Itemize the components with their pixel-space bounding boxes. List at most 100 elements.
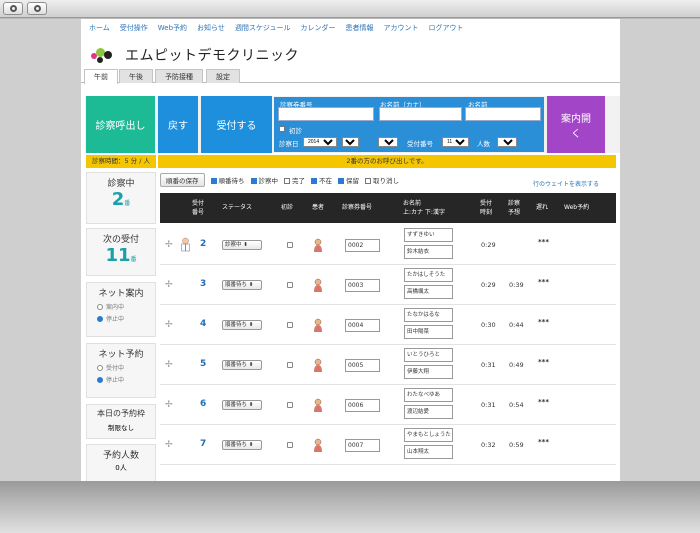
accept-number: 4: [200, 319, 207, 329]
ticket-field[interactable]: 0005: [345, 359, 380, 372]
kanji-field[interactable]: 伊藤大翔: [404, 365, 453, 379]
th-name: お名前 上:カナ 下:漢字: [403, 200, 445, 216]
kana-field[interactable]: すずきゆい: [404, 228, 453, 242]
nav-calendar[interactable]: カレンダー: [300, 23, 335, 37]
nav-logout[interactable]: ログアウト: [428, 23, 463, 37]
accept-number: 5: [200, 359, 207, 369]
net-reserve-box: ネット予約 受付中 停止中: [86, 343, 156, 398]
ticket-field[interactable]: 0002: [345, 239, 380, 252]
filter-in-exam[interactable]: 診察中: [250, 175, 278, 185]
accept-time: 0:30: [481, 321, 496, 329]
count-value: 0人: [115, 464, 127, 472]
status-select[interactable]: 順番待ち ⬍: [222, 360, 262, 370]
nav-patients[interactable]: 患者情報: [345, 23, 373, 37]
window-bottom-shadow: [0, 481, 700, 533]
status-select[interactable]: 順番待ち ⬍: [222, 320, 262, 330]
save-order-button[interactable]: 順番の保存: [160, 173, 205, 187]
filter-done[interactable]: 完了: [284, 175, 305, 185]
drag-handle-icon[interactable]: ✢: [165, 320, 173, 330]
accept-number: 7: [200, 439, 207, 449]
kanji-field[interactable]: 山本翔太: [404, 445, 453, 459]
call-button[interactable]: 診察呼出し: [86, 96, 155, 153]
doctor-icon: [181, 237, 190, 252]
first-visit-checkbox[interactable]: [287, 402, 293, 408]
kana-field[interactable]: いとうひろと: [404, 348, 453, 362]
accept-button[interactable]: 受付する: [201, 96, 272, 153]
name-input[interactable]: [465, 107, 541, 121]
net-guide-title: ネット案内: [98, 289, 144, 299]
first-visit-checkbox[interactable]: [287, 362, 293, 368]
today-title: 本日の予約枠: [97, 409, 145, 418]
table-row: ✢ 6 順番待ち ⬍ 0006 わたなべゆあ 渡辺結愛 0:31 0:54 ***: [160, 385, 616, 425]
drag-handle-icon[interactable]: ✢: [165, 400, 173, 410]
status-select[interactable]: 診察中 ⬍: [222, 240, 262, 250]
drag-handle-icon[interactable]: ✢: [165, 440, 173, 450]
first-visit-checkbox[interactable]: [287, 442, 293, 448]
clinic-page: ホーム 受付操作 Web予約 お知らせ 週間スケジュール カレンダー 患者情報 …: [81, 19, 620, 481]
nav-weekly[interactable]: 週間スケジュール: [235, 23, 291, 37]
tab-bar: 午前 午後 予防接種 設定: [81, 67, 620, 84]
nav-reception[interactable]: 受付操作: [120, 23, 148, 37]
patient-icon: [314, 358, 322, 372]
accept-time: 0:31: [481, 361, 496, 369]
ticket-input[interactable]: [278, 107, 374, 121]
tab-settings[interactable]: 設定: [206, 69, 240, 83]
net-reserve-on-radio[interactable]: 受付中: [97, 363, 155, 372]
ticket-field[interactable]: 0006: [345, 399, 380, 412]
kana-input[interactable]: [379, 107, 462, 121]
row-weight-link[interactable]: 行のウェイトを表示する: [533, 179, 599, 188]
net-guide-off-radio[interactable]: 停止中: [97, 314, 155, 323]
filter-hold[interactable]: 保留: [338, 175, 359, 185]
th-late: 遅れ: [536, 204, 549, 211]
filter-cancel[interactable]: 取り消し: [365, 175, 399, 185]
kana-field[interactable]: たなかはるな: [404, 308, 453, 322]
open-guide-button[interactable]: 案内開く: [547, 96, 605, 153]
kanji-field[interactable]: 鈴木結衣: [404, 245, 453, 259]
net-guide-on-radio[interactable]: 案内中: [97, 302, 155, 311]
tab-vaccination[interactable]: 予防接種: [155, 69, 203, 83]
people-select[interactable]: 1人: [497, 137, 517, 147]
accept-no-select[interactable]: 11番: [442, 137, 469, 147]
filter-waiting[interactable]: 順番待ち: [210, 175, 245, 185]
status-select[interactable]: 順番待ち ⬍: [222, 400, 262, 410]
drag-handle-icon[interactable]: ✢: [165, 240, 173, 250]
first-visit-checkbox[interactable]: [279, 126, 285, 132]
in-exam-number: 2: [111, 189, 125, 210]
net-reserve-title: ネット予約: [98, 350, 144, 360]
kanji-field[interactable]: 高橋颯太: [404, 285, 453, 299]
ticket-field[interactable]: 0007: [345, 439, 380, 452]
people-label: 人数: [477, 140, 490, 148]
net-reserve-off-radio[interactable]: 停止中: [97, 375, 155, 384]
month-select[interactable]: 5月: [342, 137, 359, 147]
ticket-field[interactable]: 0004: [345, 319, 380, 332]
status-select[interactable]: 順番待ち ⬍: [222, 280, 262, 290]
filter-absent[interactable]: 不在: [311, 175, 332, 185]
nav-notice[interactable]: お知らせ: [197, 23, 225, 37]
patient-icon: [314, 238, 322, 252]
back-button[interactable]: 戻す: [158, 96, 198, 153]
year-select[interactable]: 2014: [303, 137, 337, 147]
nav-account[interactable]: アカウント: [383, 23, 418, 37]
net-guide-box: ネット案内 案内中 停止中: [86, 282, 156, 337]
tab-morning[interactable]: 午前: [84, 69, 118, 84]
first-visit-checkbox[interactable]: [287, 242, 293, 248]
kanji-field[interactable]: 田中陽菜: [404, 325, 453, 339]
tab-afternoon[interactable]: 午後: [119, 69, 153, 83]
first-visit-checkbox[interactable]: [287, 322, 293, 328]
drag-handle-icon[interactable]: ✢: [165, 280, 173, 290]
kanji-field[interactable]: 渡辺結愛: [404, 405, 453, 419]
reload-window-button[interactable]: [27, 2, 47, 15]
day-select[interactable]: 22: [378, 137, 398, 147]
back-window-button[interactable]: [3, 2, 23, 15]
drag-handle-icon[interactable]: ✢: [165, 360, 173, 370]
nav-web-reserve[interactable]: Web予約: [158, 23, 187, 37]
kana-field[interactable]: やまもとしょうた: [404, 428, 453, 442]
nav-home[interactable]: ホーム: [89, 23, 110, 37]
next-box: 次の受付 11番: [86, 228, 156, 276]
predicted-time: 0:44: [509, 321, 524, 329]
kana-field[interactable]: たかはしそうた: [404, 268, 453, 282]
ticket-field[interactable]: 0003: [345, 279, 380, 292]
first-visit-checkbox[interactable]: [287, 282, 293, 288]
kana-field[interactable]: わたなべゆあ: [404, 388, 453, 402]
status-select[interactable]: 順番待ち ⬍: [222, 440, 262, 450]
